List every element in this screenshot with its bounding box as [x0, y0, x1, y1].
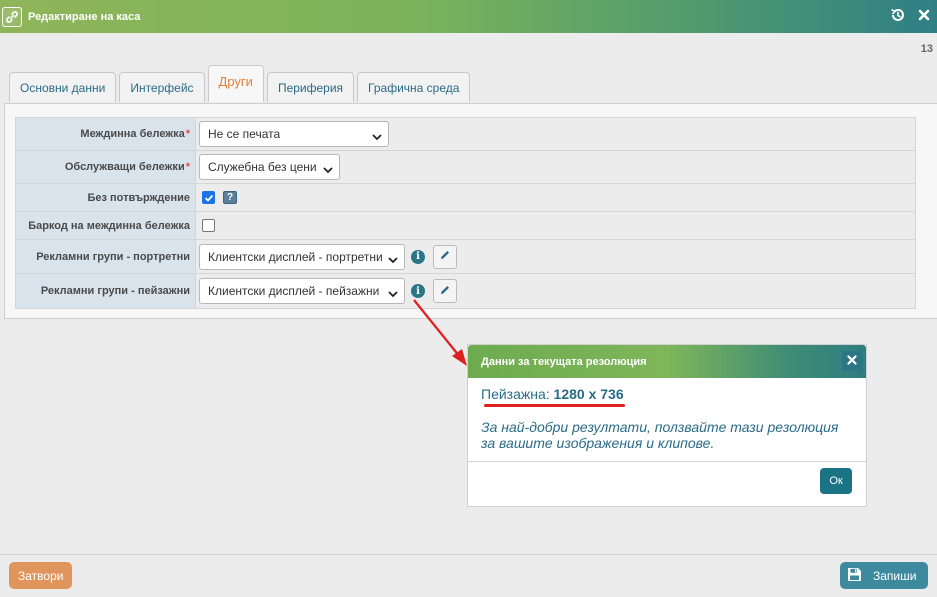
save-label: Запиши — [873, 568, 917, 583]
tab-panel: Междинна бележка * Не се печата Обслужващ… — [4, 103, 937, 319]
required-mark: * — [185, 161, 190, 173]
row-ad-groups-portrait: Рекламни групи - портретни Клиентски дис… — [16, 240, 915, 274]
resolution-label: Пейзажна: — [481, 386, 550, 402]
history-button[interactable] — [885, 0, 911, 33]
info-icon[interactable]: i — [411, 249, 425, 264]
tab-peripherals[interactable]: Периферия — [266, 72, 355, 102]
service-receipts-label: Обслужващи бележки — [64, 161, 185, 173]
window-title: Редактиране на каса — [28, 10, 141, 23]
required-mark: * — [185, 128, 190, 140]
resolution-dialog: Данни за текущата резолюция Пейзажна: 12… — [467, 344, 867, 507]
no-confirmation-label: Без потвърждение — [16, 184, 196, 211]
save-button[interactable]: Запиши — [840, 562, 928, 589]
tab-main-data[interactable]: Основни данни — [9, 72, 117, 102]
ad-groups-landscape-label: Рекламни групи - пейзажни — [16, 274, 196, 308]
row-service-receipts: Обслужващи бележки * Служебна без цени — [16, 151, 915, 184]
pencil-icon — [439, 284, 451, 299]
ad-groups-portrait-label: Рекламни групи - портретни — [16, 240, 196, 273]
row-ad-groups-landscape: Рекламни групи - пейзажни Клиентски дисп… — [16, 274, 915, 308]
tab-other[interactable]: Други — [207, 65, 264, 102]
no-confirmation-checkbox[interactable] — [202, 191, 215, 204]
chevron-down-icon — [388, 287, 398, 301]
resolution-hint: За най-добри резултати, ползвайте тази р… — [481, 419, 839, 451]
tab-interface[interactable]: Интерфейс — [119, 72, 205, 102]
barcode-intermediate-checkbox[interactable] — [202, 219, 215, 232]
row-no-confirmation: Без потвърждение ? — [16, 184, 915, 212]
footer-bar: Затвори Запиши — [0, 554, 937, 597]
window-close-button[interactable] — [911, 0, 937, 33]
close-icon — [847, 354, 857, 368]
annotation-underline — [484, 404, 625, 407]
pencil-icon — [439, 249, 451, 264]
edit-portrait-button[interactable] — [433, 244, 457, 269]
chevron-down-icon — [323, 163, 333, 177]
close-icon — [918, 9, 930, 24]
intermediate-receipt-select[interactable]: Не се печата — [199, 121, 389, 147]
resolution-line: Пейзажна: 1280 x 736 — [481, 386, 625, 407]
ok-button[interactable]: Ок — [820, 468, 852, 494]
chevron-down-icon — [388, 253, 398, 267]
intermediate-receipt-label: Междинна бележка — [80, 128, 185, 140]
row-barcode-intermediate: Баркод на междинна бележка — [16, 212, 915, 240]
link-icon — [2, 6, 22, 27]
tab-bar: Основни данни Интерфейс Други Периферия … — [9, 65, 473, 102]
page-number: 13 — [920, 43, 933, 55]
edit-landscape-button[interactable] — [433, 279, 457, 303]
floppy-disk-icon — [847, 567, 862, 585]
ad-groups-portrait-select[interactable]: Клиентски дисплей - портретни — [199, 243, 405, 270]
info-icon[interactable]: i — [411, 284, 425, 298]
barcode-intermediate-label: Баркод на междинна бележка — [16, 212, 196, 239]
tab-graphic-environment[interactable]: Графична среда — [357, 72, 471, 102]
dialog-title: Данни за текущата резолюция — [481, 355, 647, 368]
close-button[interactable]: Затвори — [9, 562, 73, 589]
settings-form: Междинна бележка * Не се печата Обслужващ… — [15, 117, 916, 309]
row-intermediate-receipt: Междинна бележка * Не се печата — [16, 118, 915, 151]
window-titlebar: Редактиране на каса — [0, 0, 937, 33]
history-icon — [890, 7, 906, 26]
chevron-down-icon — [372, 130, 382, 144]
help-icon[interactable]: ? — [223, 191, 237, 204]
service-receipts-select[interactable]: Служебна без цени — [199, 154, 340, 180]
resolution-value: 1280 x 736 — [553, 386, 624, 402]
dialog-close-button[interactable] — [842, 351, 862, 371]
ad-groups-landscape-select[interactable]: Клиентски дисплей - пейзажни — [199, 278, 405, 304]
